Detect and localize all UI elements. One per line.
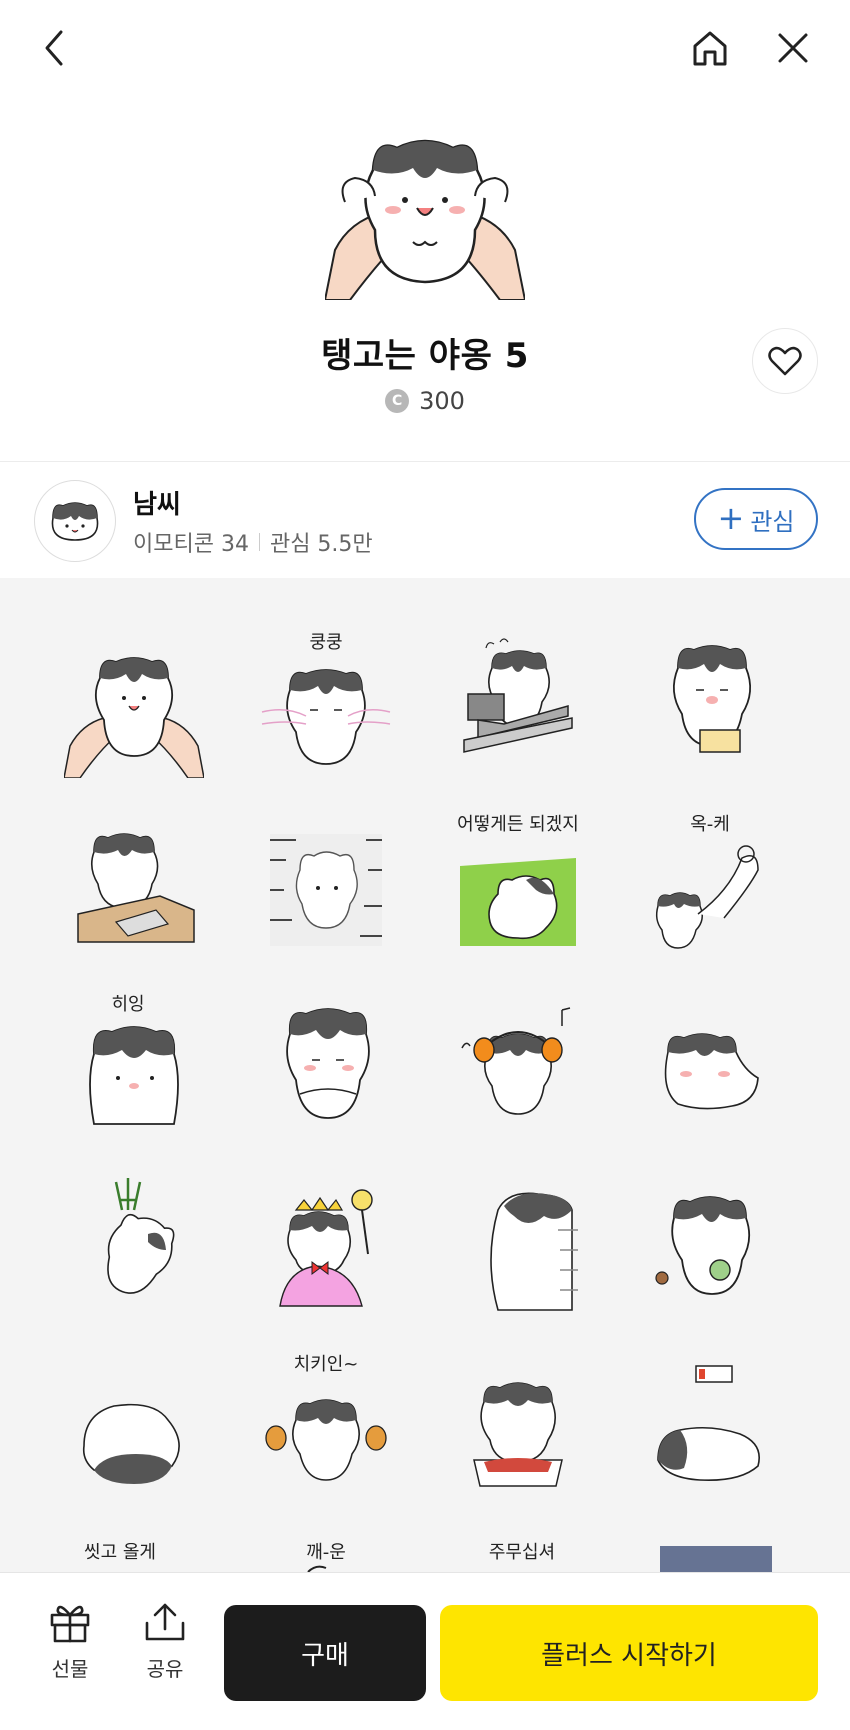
sticker-caption: 씻고 올게 <box>84 1542 156 1563</box>
sticker-item[interactable] <box>256 810 396 960</box>
share-icon <box>145 1603 185 1641</box>
price-value: 300 <box>419 387 465 415</box>
share-button[interactable]: 공유 <box>130 1601 200 1701</box>
sticker-item[interactable]: 주무십셔 <box>448 1528 588 1572</box>
sticker-item[interactable] <box>63 628 205 779</box>
plus-start-button[interactable]: 플러스 시작하기 <box>440 1605 818 1701</box>
sticker-caption: 깨-운 <box>306 1542 346 1563</box>
sticker-caption: 주무십셔 <box>489 1542 555 1563</box>
sticker-item[interactable] <box>640 1528 780 1572</box>
gift-button[interactable]: 선물 <box>35 1601 105 1701</box>
sticker-item[interactable] <box>448 628 588 778</box>
sticker-item[interactable] <box>640 628 780 778</box>
bottom-action-bar: 선물 공유 구매 플러스 시작하기 <box>0 1572 850 1730</box>
sticker-caption: 쿵쿵 <box>309 632 342 653</box>
sticker-item[interactable]: 옥-케 <box>640 810 780 960</box>
sticker-item[interactable]: 어떻게든 되겠지 <box>448 810 588 960</box>
like-count: 관심 5.5만 <box>269 532 373 557</box>
artist-stats: 이모티콘 34 관심 5.5만 <box>133 526 373 558</box>
sticker-item[interactable]: 씻고 올게 <box>64 1528 204 1572</box>
hero-sticker-image <box>323 130 527 301</box>
follow-label: 관심 <box>750 507 795 536</box>
chevron-left-icon <box>45 30 63 66</box>
sticker-item[interactable] <box>640 1350 780 1500</box>
buy-button[interactable]: 구매 <box>224 1605 426 1701</box>
sticker-item[interactable] <box>448 1350 588 1500</box>
sticker-item[interactable] <box>256 1170 396 1320</box>
plus-icon: + <box>717 498 745 537</box>
stats-separator <box>258 533 260 551</box>
artist-name[interactable]: 남씨 <box>133 484 181 521</box>
coin-icon: C <box>385 389 410 413</box>
back-button[interactable] <box>24 18 84 78</box>
home-icon <box>693 31 727 66</box>
share-label: 공유 <box>146 1657 184 1681</box>
sticker-caption: 옥-케 <box>690 814 730 835</box>
avatar[interactable] <box>34 480 116 562</box>
sticker-item[interactable] <box>64 1350 204 1500</box>
follow-button[interactable]: + 관심 <box>694 488 818 550</box>
gift-icon <box>50 1605 90 1643</box>
sticker-item[interactable]: 히잉 <box>64 990 204 1140</box>
sticker-item[interactable]: 쿵쿵 <box>256 628 396 778</box>
home-button[interactable] <box>680 18 740 78</box>
sticker-item[interactable] <box>64 1170 204 1320</box>
sticker-item[interactable]: 깨-운 <box>256 1528 396 1572</box>
sticker-grid: 쿵쿵 어떻게든 되겠지 옥-케 히잉 치키인~ 씻고 올게 깨-운 주무십셔 <box>0 578 850 1572</box>
sticker-item[interactable] <box>256 990 396 1140</box>
gift-label: 선물 <box>51 1657 89 1681</box>
top-bar <box>0 0 850 100</box>
sticker-item[interactable] <box>64 810 204 960</box>
sticker-item[interactable]: 치키인~ <box>256 1350 396 1500</box>
cat-avatar-icon <box>51 502 99 541</box>
sticker-caption: 치키인~ <box>294 1354 359 1375</box>
sticker-caption: 어떻게든 되겠지 <box>457 814 579 835</box>
sticker-item[interactable] <box>448 990 588 1140</box>
product-title: 탱고는 야옹 5 <box>321 336 529 376</box>
sticker-caption: 히잉 <box>111 994 144 1015</box>
artist-section: 남씨 이모티콘 34 관심 5.5만 + 관심 <box>0 462 850 578</box>
sticker-item[interactable] <box>640 1170 780 1320</box>
heart-icon <box>768 346 802 376</box>
close-button[interactable] <box>763 18 823 78</box>
emoticon-count: 이모티콘 34 <box>133 532 249 557</box>
close-icon <box>778 33 808 63</box>
sticker-item[interactable] <box>640 990 780 1140</box>
price-row: C 300 <box>0 387 850 415</box>
like-button[interactable] <box>752 328 818 394</box>
sticker-item[interactable] <box>448 1170 588 1320</box>
